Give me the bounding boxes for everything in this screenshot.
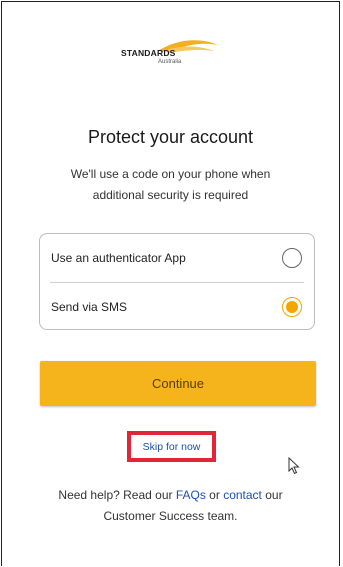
continue-button[interactable]: Continue <box>40 361 316 406</box>
option-authenticator-label: Use an authenticator App <box>51 251 186 265</box>
option-sms-label: Send via SMS <box>51 300 128 314</box>
authenticator-radio[interactable] <box>282 248 302 268</box>
sms-radio[interactable] <box>282 297 302 317</box>
option-send-via-sms[interactable]: Send via SMS <box>40 283 314 331</box>
skip-highlight-box: Skip for now <box>127 431 216 462</box>
skip-for-now-link[interactable]: Skip for now <box>131 435 212 458</box>
help-line-2: Customer Success team. <box>103 509 238 523</box>
help-line-1: Need help? Read our FAQs or contact our <box>0 485 341 506</box>
standards-australia-logo: STANDARDS Australia <box>118 37 226 75</box>
help-or: or <box>205 488 224 502</box>
faqs-link[interactable]: FAQs <box>176 488 206 502</box>
page-title: Protect your account <box>87 127 254 147</box>
help-suffix: our <box>261 488 283 502</box>
help-text: Need help? Read our FAQs or contact our … <box>0 485 341 527</box>
logo-sub-text: Australia <box>158 59 182 65</box>
verification-options: Use an authenticator App Send via SMS <box>39 233 315 330</box>
subtitle-line-1: We'll use a code on your phone when <box>70 167 271 181</box>
logo-brand-text: STANDARDS <box>121 48 176 58</box>
mouse-pointer-icon <box>288 457 300 475</box>
radio-selected-dot <box>286 301 298 313</box>
contact-link[interactable]: contact <box>223 488 262 502</box>
option-authenticator-app[interactable]: Use an authenticator App <box>40 234 314 282</box>
page-subtitle: We'll use a code on your phone when addi… <box>0 164 341 206</box>
subtitle-line-2: additional security is required <box>92 188 249 202</box>
help-prefix: Need help? Read our <box>58 488 176 502</box>
